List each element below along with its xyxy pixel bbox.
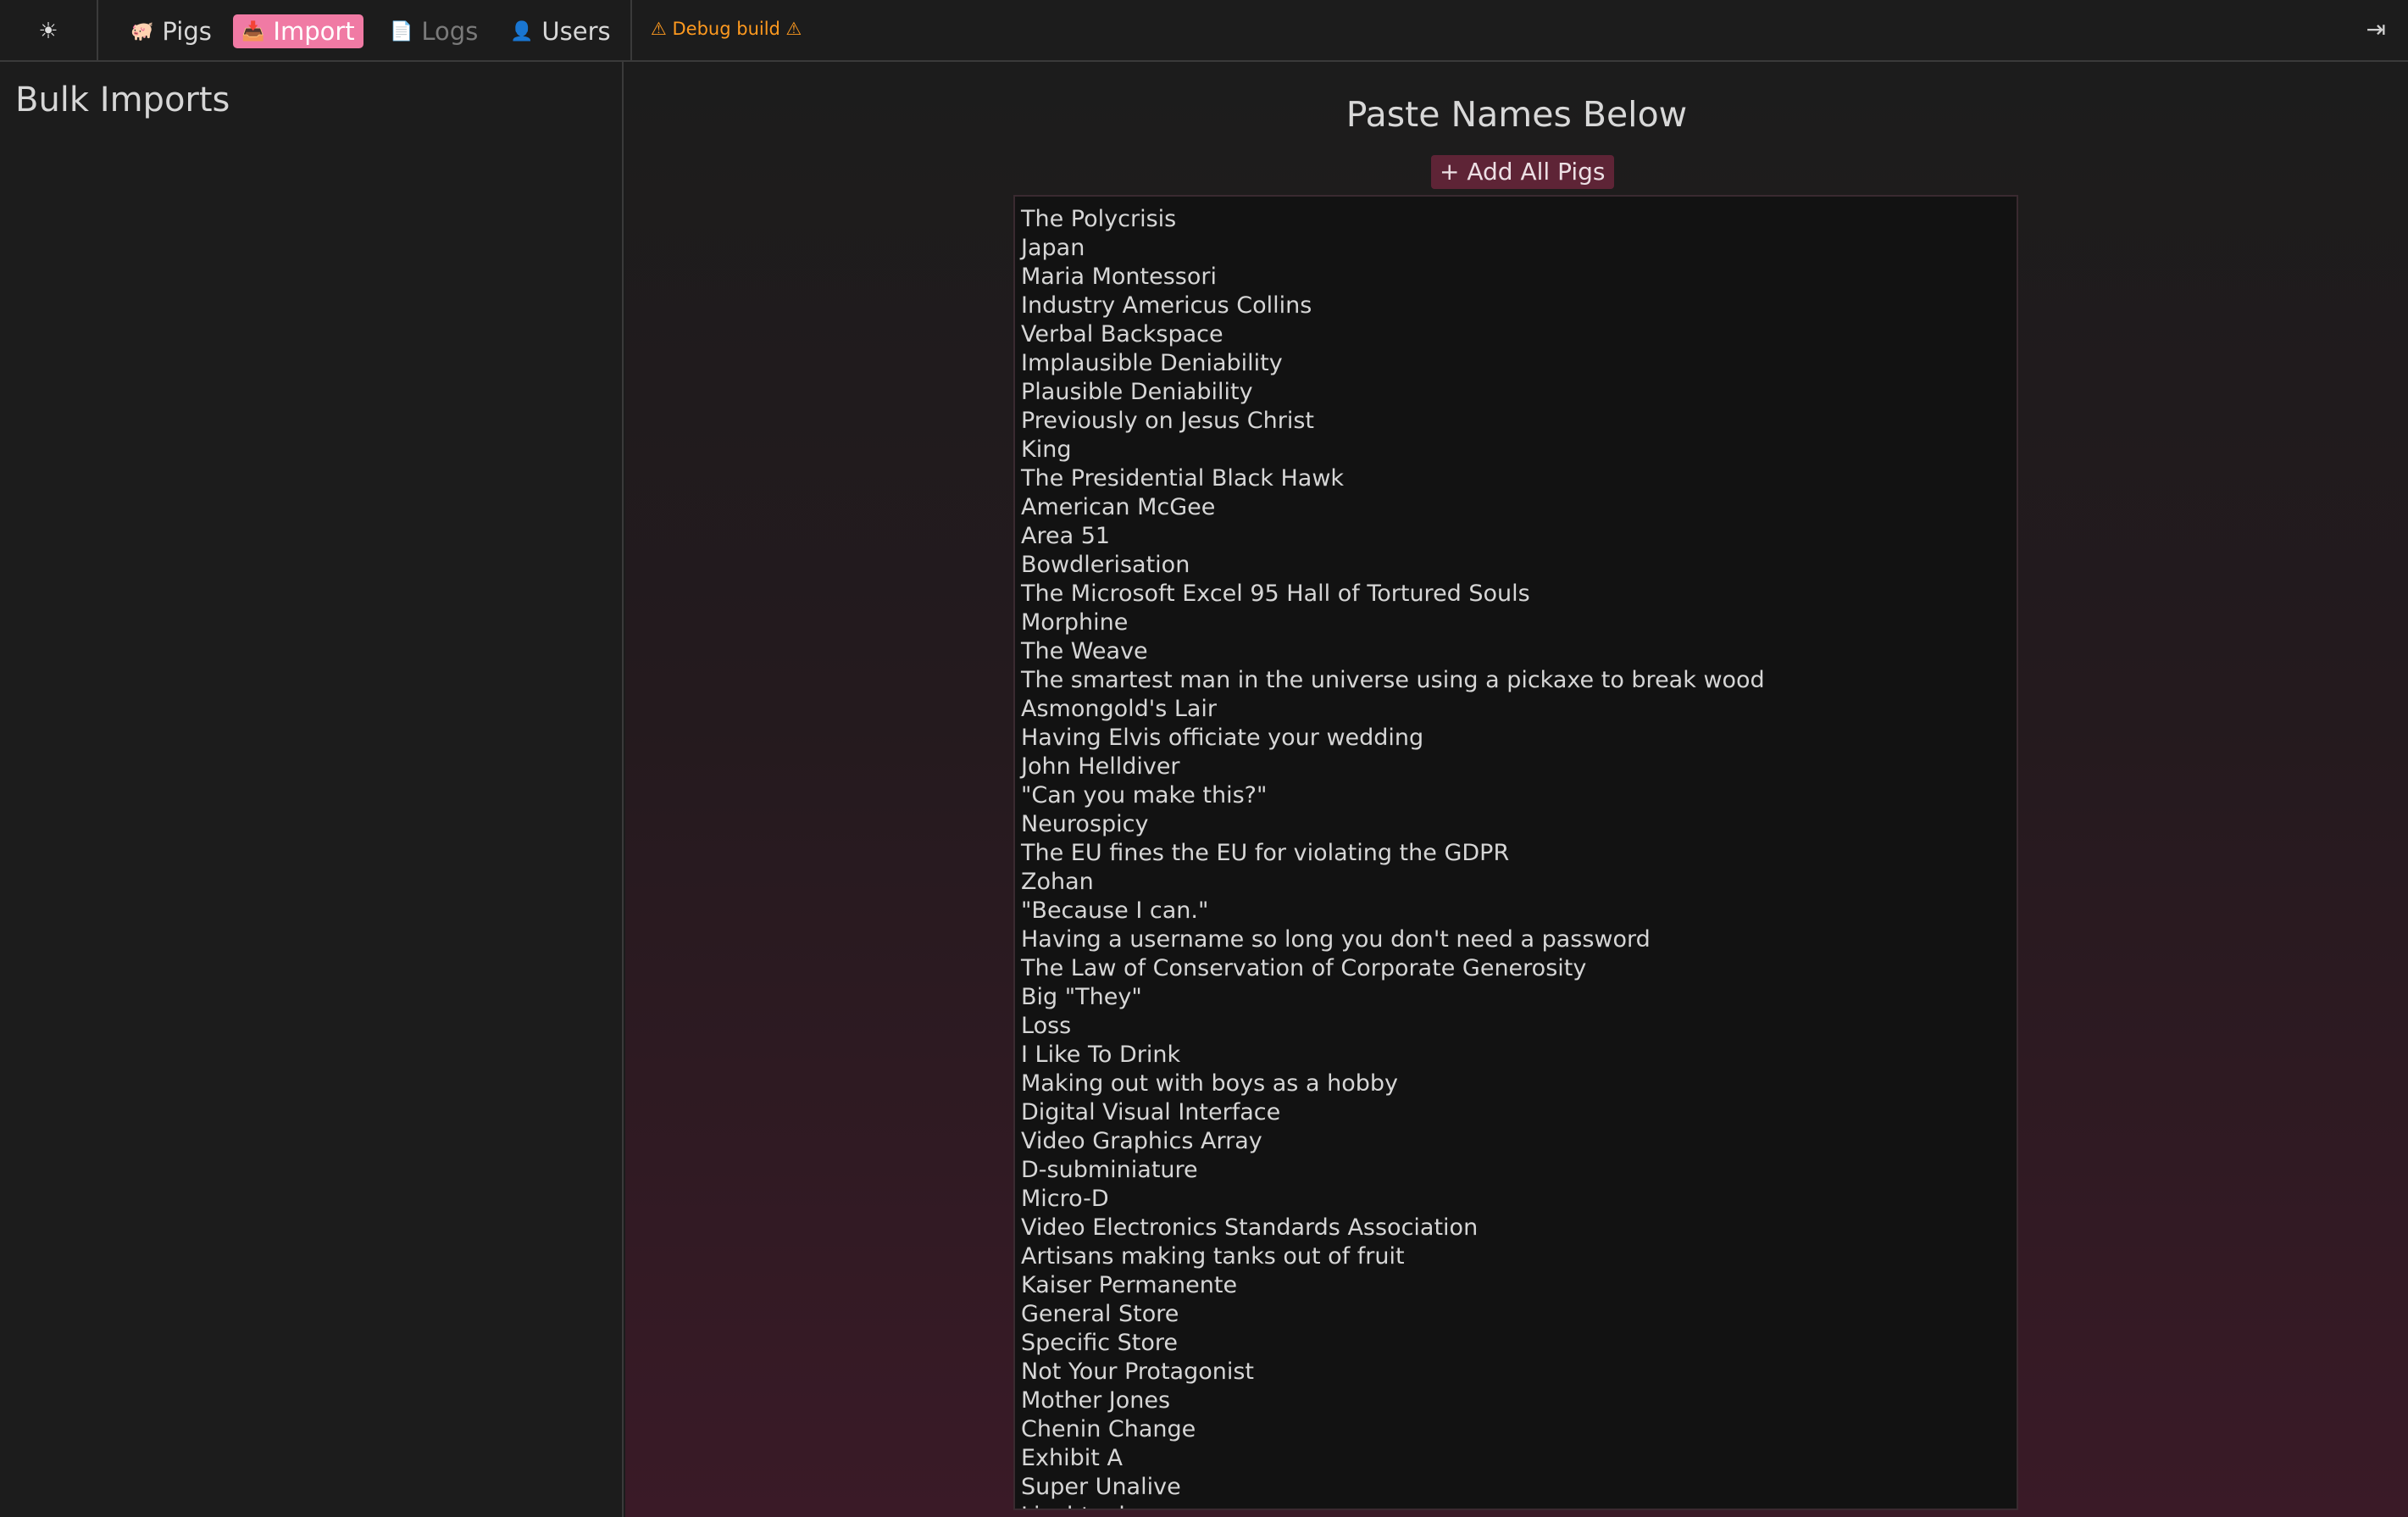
page-title: Paste Names Below	[1345, 94, 1688, 135]
theme-toggle-button[interactable]: ☀	[0, 0, 98, 62]
import-icon: 📥	[241, 20, 265, 42]
logout-button[interactable]: ⇥	[2366, 15, 2386, 43]
nav-pigs-label: Pigs	[162, 17, 212, 46]
sun-icon: ☀	[38, 18, 58, 44]
nav-import[interactable]: 📥 Import	[233, 14, 363, 48]
pig-icon: 🐖	[130, 20, 154, 42]
top-navbar: ☀ 🐖 Pigs 📥 Import 📄 Logs 👤 Users ⚠ Debug…	[0, 0, 2408, 62]
names-textarea[interactable]: The Polycrisis Japan Maria Montessori In…	[1013, 195, 2018, 1510]
debug-build-badge: ⚠ Debug build ⚠	[651, 19, 802, 39]
sidebar-title: Bulk Imports	[15, 81, 230, 119]
nav-import-label: Import	[273, 17, 355, 46]
nav-users-label: Users	[541, 17, 611, 46]
add-all-pigs-button[interactable]: + Add All Pigs	[1431, 155, 1614, 189]
nav-pigs[interactable]: 🐖 Pigs	[122, 14, 220, 48]
sidebar: Bulk Imports	[0, 62, 624, 1517]
nav-logs-label: Logs	[421, 17, 479, 46]
main-content: Paste Names Below + Add All Pigs The Pol…	[625, 62, 2408, 1517]
nav-logs[interactable]: 📄 Logs	[381, 14, 486, 48]
logout-icon: ⇥	[2366, 15, 2386, 43]
users-icon: 👤	[510, 20, 534, 42]
nav-users[interactable]: 👤 Users	[502, 14, 619, 48]
nav-divider	[630, 0, 632, 62]
logs-icon: 📄	[390, 20, 413, 42]
